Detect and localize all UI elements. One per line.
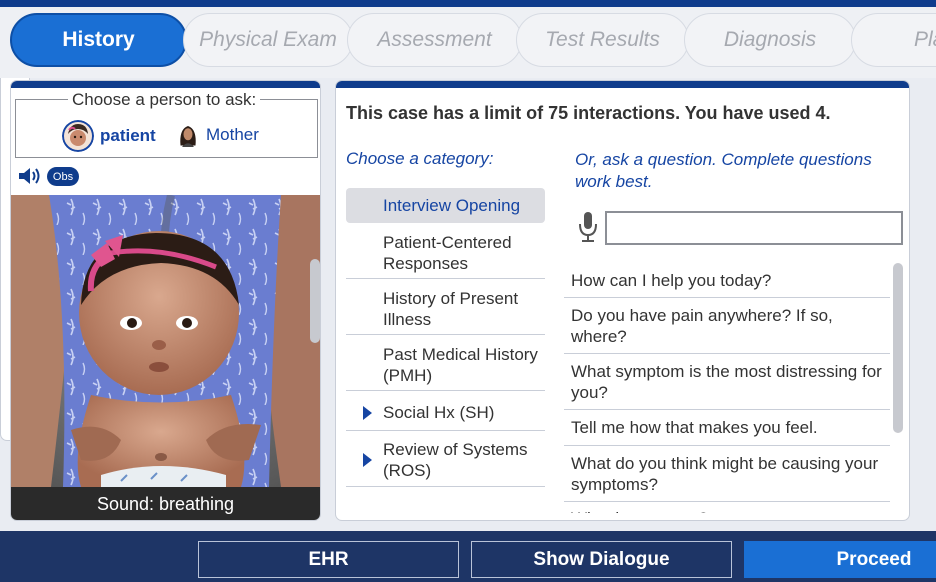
expand-arrow-icon xyxy=(363,405,372,420)
question-item[interactable]: What is your age? xyxy=(564,502,890,513)
patient-scene-image xyxy=(11,195,320,487)
patient-panel: Choose a person to ask: patient Mother O… xyxy=(10,80,321,521)
tab-test-results[interactable]: Test Results xyxy=(516,13,689,67)
question-item[interactable]: Do you have pain anywhere? If so, where? xyxy=(564,298,890,354)
sound-status: Sound: breathing xyxy=(11,487,320,520)
interaction-limit-text: This case has a limit of 75 interactions… xyxy=(346,103,831,123)
question-input[interactable] xyxy=(605,211,903,245)
patient-avatar-icon xyxy=(62,120,94,152)
question-item[interactable]: How can I help you today? xyxy=(564,263,890,298)
panel-header-strip xyxy=(11,81,320,88)
show-dialogue-button[interactable]: Show Dialogue xyxy=(471,541,732,578)
category-social-hx[interactable]: Social Hx (SH) xyxy=(346,395,545,431)
category-interview-opening[interactable]: Interview Opening xyxy=(346,188,545,223)
category-patient-centered-responses[interactable]: Patient-Centered Responses xyxy=(346,227,545,279)
panel-header-strip xyxy=(0,0,936,7)
category-label: History of Present Illness xyxy=(383,288,519,329)
question-list: How can I help you today? Do you have pa… xyxy=(564,263,890,513)
person-chooser-label: Choose a person to ask: xyxy=(68,90,261,110)
person-patient-label: patient xyxy=(100,126,156,145)
category-past-medical-history[interactable]: Past Medical History (PMH) xyxy=(346,339,545,391)
category-heading: Choose a category: xyxy=(346,149,494,168)
proceed-button[interactable]: Proceed xyxy=(744,541,936,578)
person-mother-label: Mother xyxy=(206,125,259,144)
category-label: Patient-Centered Responses xyxy=(383,232,512,273)
infant-illustration xyxy=(11,195,320,487)
tab-bar: History Physical Exam Assessment Test Re… xyxy=(0,0,936,78)
tab-physical-exam[interactable]: Physical Exam xyxy=(183,13,353,67)
speaker-icon[interactable] xyxy=(17,165,43,187)
question-heading: Or, ask a question. Complete questions w… xyxy=(575,150,872,191)
person-mother[interactable]: Mother xyxy=(176,120,259,150)
person-chooser: Choose a person to ask: patient Mother xyxy=(15,90,318,158)
question-item[interactable]: What symptom is the most distressing for… xyxy=(564,354,890,410)
interview-panel: This case has a limit of 75 interactions… xyxy=(335,80,910,521)
question-item[interactable]: Tell me how that makes you feel. xyxy=(564,410,890,446)
category-review-of-systems[interactable]: Review of Systems (ROS) xyxy=(346,433,545,487)
expand-arrow-icon xyxy=(363,452,372,467)
mother-avatar-icon xyxy=(180,126,196,147)
tab-history[interactable]: History xyxy=(10,13,187,67)
category-label: Interview Opening xyxy=(383,196,521,215)
tab-diagnosis[interactable]: Diagnosis xyxy=(684,13,856,67)
tab-plan[interactable]: Pla xyxy=(851,13,936,67)
question-item[interactable]: What do you think might be causing your … xyxy=(564,446,890,502)
category-label: Review of Systems (ROS) xyxy=(383,439,528,480)
panel-header-strip xyxy=(336,81,909,88)
person-patient[interactable]: patient xyxy=(62,120,156,152)
obs-button[interactable]: Obs xyxy=(47,167,79,186)
scene-scrollbar[interactable] xyxy=(310,259,320,343)
category-label: Social Hx (SH) xyxy=(383,403,495,422)
tab-assessment[interactable]: Assessment xyxy=(347,13,522,67)
category-label: Past Medical History (PMH) xyxy=(383,344,538,385)
ehr-button[interactable]: EHR xyxy=(198,541,459,578)
microphone-icon[interactable] xyxy=(578,211,598,243)
question-scrollbar[interactable] xyxy=(893,263,903,433)
category-history-of-present-illness[interactable]: History of Present Illness xyxy=(346,283,545,335)
bottom-toolbar: EHR Show Dialogue Proceed xyxy=(0,531,936,582)
